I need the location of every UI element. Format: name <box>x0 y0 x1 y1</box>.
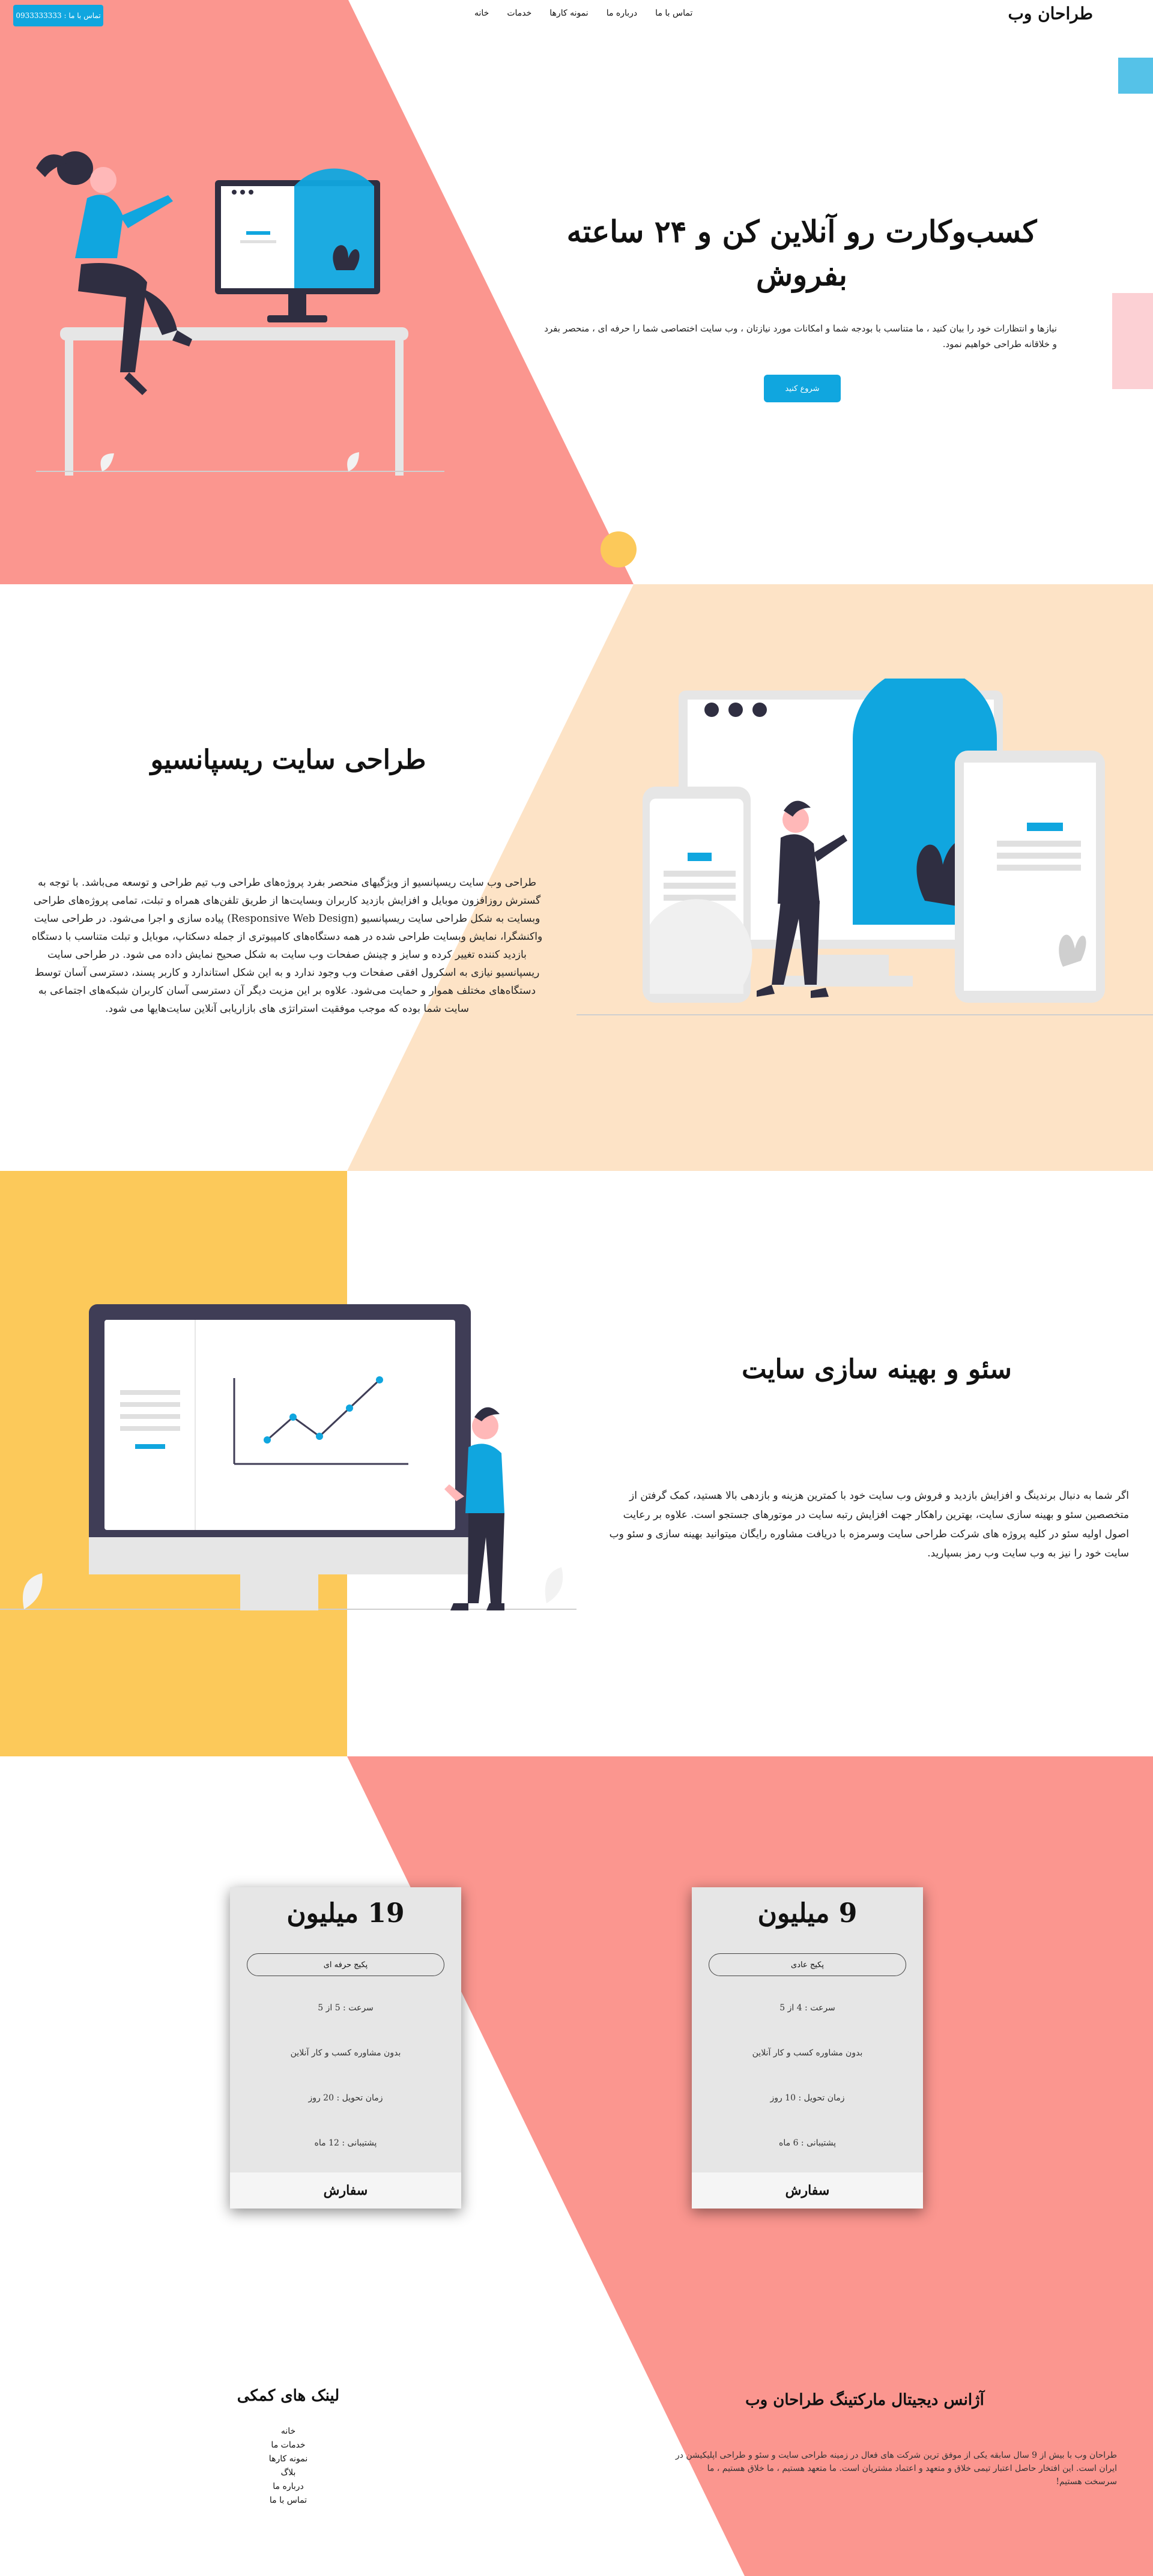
plan-price: 19 میلیون <box>286 1898 405 1929</box>
contact-button[interactable]: تماس با ما : 0933333333 <box>13 5 103 26</box>
pricing-card-pro: 19 میلیون پکیج حرفه ای سرعت : 5 از 5 بدو… <box>230 1887 461 2209</box>
agency-description: طراحان وب با بیش از 9 سال سابقه یکی از م… <box>675 2451 1117 2487</box>
hero-cta-button[interactable]: شروع کنید <box>764 375 841 402</box>
nav-home[interactable]: خانه <box>474 8 489 18</box>
plan-name: پکیج عادی <box>709 1953 906 1976</box>
seo-title: سئو و بهینه سازی سایت <box>742 1354 1012 1385</box>
order-button[interactable]: سفارش <box>692 2172 923 2209</box>
plan-name: پکیج حرفه ای <box>247 1953 444 1976</box>
nav-contact[interactable]: تماس با ما <box>655 8 692 18</box>
plan-price: 9 میلیون <box>757 1898 858 1929</box>
nav-portfolio[interactable]: نمونه کارها <box>549 8 588 18</box>
plan-feature-support: پشتیبانی : 6 ماه <box>779 2138 836 2148</box>
agency-title: آژانس دیجیتال مارکتینگ طراحان وب <box>745 2391 984 2409</box>
nav-services[interactable]: خدمات <box>507 8 531 18</box>
hero-title-line-1: کسب‌وکارت رو آنلاین کن و ۲۴ ساعته <box>566 214 1037 249</box>
footer-link-blog[interactable]: بلاگ <box>281 2467 296 2479</box>
main-nav: خانه خدمات نمونه کارها درباره ما تماس با… <box>474 8 692 18</box>
hero-title: کسب‌وکارت رو آنلاین کن و ۲۴ ساعته بفروش <box>540 210 1063 297</box>
hero-description: نیازها و انتظارات خود را بیان کنید ، ما … <box>544 323 1057 349</box>
decor-cyan-block <box>1118 58 1153 94</box>
plan-feature-speed: سرعت : 4 از 5 <box>779 2003 835 2013</box>
plan-feature-speed: سرعت : 5 از 5 <box>318 2003 374 2013</box>
seo-description: اگر شما به دنبال برندینگ و افزایش بازدید… <box>609 1490 1129 1559</box>
plan-feature-consulting: بدون مشاوره کسب و کار آنلاین <box>752 2048 863 2058</box>
footer-link-services[interactable]: خدمات ما <box>271 2440 305 2451</box>
responsive-description: طراحی وب سایت ریسپانسیو از ویژگیهای منحص… <box>31 877 543 1015</box>
seo-illustration <box>0 1304 576 1610</box>
decor-pink-block <box>1112 293 1153 389</box>
plan-feature-consulting: بدون مشاوره کسب و کار آنلاین <box>290 2048 401 2058</box>
responsive-title: طراحی سایت ریسپانسیو <box>150 745 426 775</box>
footer-link-home[interactable]: خانه <box>281 2426 295 2437</box>
footer-link-portfolio[interactable]: نمونه کارها <box>269 2454 307 2465</box>
hero-illustration <box>36 151 444 476</box>
plan-feature-delivery: زمان تحویل : 20 روز <box>308 2093 383 2103</box>
responsive-illustration <box>576 679 1153 1015</box>
hero-title-line-2: بفروش <box>756 257 847 292</box>
links-title: لینک های کمکی <box>237 2387 340 2405</box>
footer-link-contact[interactable]: تماس با ما <box>270 2495 307 2506</box>
nav-about[interactable]: درباره ما <box>607 8 637 18</box>
brand-logo[interactable]: طراحان وب <box>1008 4 1093 23</box>
order-button[interactable]: سفارش <box>230 2172 461 2209</box>
pricing-card-basic: 9 میلیون پکیج عادی سرعت : 4 از 5 بدون مش… <box>692 1887 923 2209</box>
footer-links: خانه خدمات ما نمونه کارها بلاگ درباره ما… <box>228 2426 348 2506</box>
footer-link-about[interactable]: درباره ما <box>273 2481 303 2493</box>
plan-feature-delivery: زمان تحویل : 10 روز <box>770 2093 845 2103</box>
plan-feature-support: پشتیبانی : 12 ماه <box>314 2138 377 2148</box>
